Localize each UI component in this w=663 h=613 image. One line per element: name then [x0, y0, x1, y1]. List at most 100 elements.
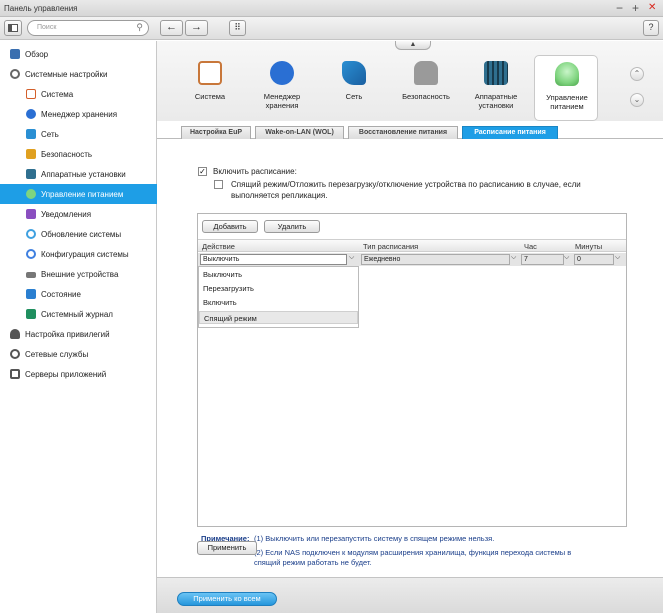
- search-icon: ⚲: [136, 22, 143, 32]
- hardware-icon: [26, 169, 36, 179]
- hour-select[interactable]: 7: [521, 254, 564, 265]
- storage-icon: [270, 61, 294, 85]
- sidebar-item-label: Внешние устройства: [41, 270, 119, 279]
- sidebar-item-label: Сеть: [41, 130, 59, 139]
- chevron-down-icon[interactable]: ⌵: [349, 254, 354, 262]
- column-header-hour: Час: [524, 242, 537, 251]
- grid-header: Действие Тип расписания Час Минуты: [198, 239, 626, 252]
- minute-select[interactable]: 0: [574, 254, 614, 265]
- sidebar-item-privileges[interactable]: Настройка привилегий: [0, 324, 157, 344]
- chevron-down-icon[interactable]: ⌵: [511, 254, 516, 262]
- apply-button[interactable]: Применить: [197, 541, 257, 555]
- close-button[interactable]: ✕: [648, 0, 656, 16]
- network-icon: [342, 61, 366, 85]
- category-label: Управление питанием: [546, 93, 588, 111]
- schedule-type-select[interactable]: Ежедневно: [361, 254, 510, 265]
- sidebar-item-system-settings[interactable]: Системные настройки: [0, 64, 157, 84]
- category-storage[interactable]: Менеджер хранения: [250, 55, 314, 121]
- sidebar-item-app-servers[interactable]: Серверы приложений: [0, 364, 157, 384]
- help-button[interactable]: ?: [643, 20, 659, 36]
- sidebar-item-label: Уведомления: [41, 210, 92, 219]
- sidebar-item-label: Сетевые службы: [25, 350, 89, 359]
- dropdown-option-sleep[interactable]: Спящий режим: [199, 311, 358, 324]
- category-security[interactable]: Безопасность: [394, 55, 458, 121]
- notification-icon: [26, 209, 36, 219]
- sidebar-item-notifications[interactable]: Уведомления: [0, 204, 157, 224]
- tab-power-schedule[interactable]: Расписание питания: [462, 126, 558, 139]
- app-servers-icon: [10, 369, 20, 379]
- scroll-down-button[interactable]: ⌄: [630, 93, 644, 107]
- category-network[interactable]: Сеть: [322, 55, 386, 121]
- dropdown-option-restart[interactable]: Перезагрузить: [199, 282, 358, 295]
- chevron-up-icon: ▲: [409, 41, 417, 48]
- sidebar-item-status[interactable]: Состояние: [0, 284, 157, 304]
- note-line-3: спящий режим работать не будет.: [254, 558, 372, 567]
- search-placeholder: Поиск: [37, 24, 57, 31]
- forward-button[interactable]: →: [185, 20, 208, 36]
- scroll-up-button[interactable]: ⌃: [630, 67, 644, 81]
- tab-power-recovery[interactable]: Восстановление питания: [348, 126, 458, 139]
- title-bar: Панель управления − + ✕: [0, 0, 663, 17]
- minimize-button[interactable]: −: [616, 0, 623, 16]
- external-device-icon: [26, 272, 36, 278]
- note-line-1: (1) Выключить или перезапустить систему …: [254, 534, 495, 543]
- sidebar-item-label: Менеджер хранения: [41, 110, 118, 119]
- replication-checkbox[interactable]: [214, 180, 223, 189]
- sidebar-item-security[interactable]: Безопасность: [0, 144, 157, 164]
- network-icon: [26, 129, 36, 139]
- tab-eup[interactable]: Настройка EuP: [181, 126, 251, 139]
- schedule-grid: Добавить Удалить Действие Тип расписания…: [197, 213, 627, 527]
- sidebar-item-system-config[interactable]: Конфигурация системы: [0, 244, 157, 264]
- chevron-down-icon[interactable]: ⌵: [615, 254, 620, 262]
- lock-icon: [26, 149, 36, 159]
- sidebar-item-overview[interactable]: Обзор: [0, 44, 157, 64]
- sidebar-toggle-icon: [8, 24, 18, 32]
- category-power-management[interactable]: Управление питанием: [534, 55, 598, 121]
- sidebar-item-network-services[interactable]: Сетевые службы: [0, 344, 157, 364]
- delete-button[interactable]: Удалить: [264, 220, 320, 233]
- sidebar-item-power-management[interactable]: Управление питанием: [0, 184, 157, 204]
- note-line-2: (2) Если NAS подключен к модулям расшире…: [254, 548, 572, 557]
- apply-all-button[interactable]: Применить ко всем: [177, 592, 277, 606]
- sidebar-item-hardware[interactable]: Аппаратные установки: [0, 164, 157, 184]
- replication-label-line1: Спящий режим/Отложить перезагрузку/отклю…: [231, 180, 581, 189]
- category-label: Сеть: [345, 92, 363, 101]
- sidebar-item-system-update[interactable]: Обновление системы: [0, 224, 157, 244]
- chevron-down-icon[interactable]: ⌵: [564, 254, 569, 262]
- network-services-icon: [10, 349, 20, 359]
- toolbar: Поиск ⚲ ← → ⠿ ?: [0, 17, 663, 40]
- category-system[interactable]: Система: [178, 55, 242, 121]
- config-icon: [26, 249, 36, 259]
- sidebar-item-label: Конфигурация системы: [41, 250, 129, 259]
- collapse-button[interactable]: ▲: [395, 41, 431, 50]
- category-label: Система: [194, 92, 226, 101]
- category-panel: ▲ Система Менеджер хранения Сеть Безопас…: [157, 41, 663, 121]
- power-icon: [555, 62, 579, 86]
- category-label: Аппаратные установки: [474, 92, 518, 110]
- sidebar-toggle-button[interactable]: [4, 20, 22, 36]
- maximize-button[interactable]: +: [632, 0, 639, 16]
- sidebar-item-label: Обновление системы: [41, 230, 122, 239]
- back-button[interactable]: ←: [160, 20, 183, 36]
- tab-wol[interactable]: Wake-on-LAN (WOL): [255, 126, 344, 139]
- sidebar-item-label: Настройка привилегий: [25, 330, 110, 339]
- dropdown-option-shutdown[interactable]: Выключить: [199, 268, 358, 281]
- sidebar-item-system[interactable]: Система: [0, 84, 157, 104]
- category-label: Безопасность: [402, 92, 450, 101]
- add-button[interactable]: Добавить: [202, 220, 258, 233]
- apps-button[interactable]: ⠿: [229, 20, 246, 36]
- enable-schedule-checkbox[interactable]: ✓: [198, 167, 207, 176]
- sidebar-item-label: Обзор: [25, 50, 49, 59]
- sidebar-item-external-devices[interactable]: Внешние устройства: [0, 264, 157, 284]
- sidebar-item-storage[interactable]: Менеджер хранения: [0, 104, 157, 124]
- system-icon: [26, 89, 36, 99]
- tab-bar: Настройка EuP Wake-on-LAN (WOL) Восстано…: [157, 124, 663, 139]
- search-input[interactable]: Поиск ⚲: [27, 20, 149, 36]
- sidebar-item-network[interactable]: Сеть: [0, 124, 157, 144]
- category-hardware[interactable]: Аппаратные установки: [464, 55, 528, 121]
- sidebar-item-system-log[interactable]: Системный журнал: [0, 304, 157, 324]
- system-settings-icon: [10, 69, 20, 79]
- sidebar-item-label: Системные настройки: [25, 70, 108, 79]
- dropdown-option-power-on[interactable]: Включить: [199, 296, 358, 309]
- action-select[interactable]: Выключить: [200, 254, 347, 265]
